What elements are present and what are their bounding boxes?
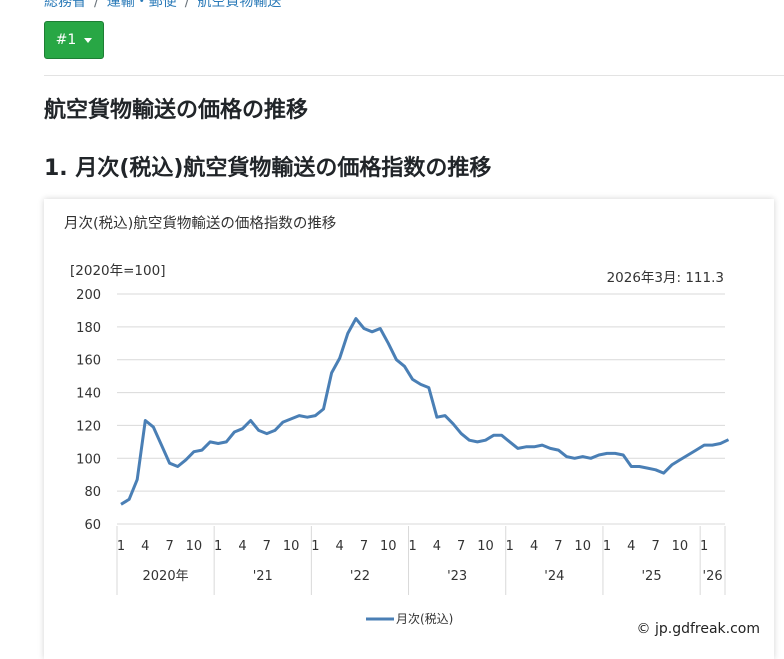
x-tick-label: 7 [165,539,173,554]
x-tick-label: 4 [530,539,538,554]
year-label: '25 [641,569,661,584]
x-tick-label: 4 [336,539,344,554]
breadcrumb-separator: / [94,0,99,10]
x-tick-label: 1 [117,539,125,554]
breadcrumb: 総務省 / 運輸・郵便 / 航空貨物輸送 [44,0,281,11]
year-label: '21 [253,569,273,584]
x-tick-label: 10 [186,539,203,554]
x-tick-label: 4 [238,539,246,554]
x-tick-label: 4 [433,539,441,554]
year-label: '24 [544,569,564,584]
breadcrumb-item-2[interactable]: 運輸・郵便 [107,0,177,10]
caret-down-icon [84,37,93,43]
x-tick-label: 1 [603,539,611,554]
x-tick-label: 7 [457,539,465,554]
x-axis-ticks: 1 4 7 10 1 4 7 10 1 4 7 10 1 4 7 10 1 4 7 10 1 4 7 10 1 [117,539,708,554]
x-tick-label: 10 [672,539,689,554]
x-tick-label: 7 [651,539,659,554]
year-label: 2020年 [143,569,189,584]
year-label: '23 [447,569,467,584]
x-tick-label: 4 [627,539,635,554]
chart-svg: 月次(税込)航空貨物輸送の価格指数の推移 [2020年=100] 2026年3月… [64,215,760,637]
x-tick-label: 4 [141,539,149,554]
y-tick-label: 160 [76,354,101,369]
y-tick-label: 140 [76,387,101,402]
y-tick-label: 120 [76,419,101,434]
legend-label: 月次(税込) [396,612,453,626]
chart-select-dropdown[interactable]: #1 [44,21,104,59]
x-tick-label: 7 [263,539,271,554]
x-tick-label: 10 [380,539,397,554]
chart-title: 月次(税込)航空貨物輸送の価格指数の推移 [64,215,336,232]
latest-value-label: 2026年3月: 111.3 [607,270,724,286]
y-tick-label: 100 [76,452,101,467]
x-tick-label: 10 [477,539,494,554]
x-tick-label: 10 [283,539,300,554]
x-tick-label: 7 [554,539,562,554]
page-title: 航空貨物輸送の価格の推移 [44,98,309,123]
divider [44,75,784,76]
y-tick-label: 200 [76,288,101,303]
section-title: 1. 月次(税込)航空貨物輸送の価格指数の推移 [44,156,492,181]
y-tick-label: 80 [84,485,101,500]
grid-lines [117,293,725,525]
dropdown-label: #1 [55,32,77,48]
breadcrumb-item-3[interactable]: 航空貨物輸送 [197,0,281,10]
y-axis-ticks: 60 80 100 120 140 160 180 200 [76,288,101,533]
credit-text: © jp.gdfreak.com [637,621,760,637]
x-tick-label: 7 [360,539,368,554]
year-labels: 2020年 '21 '22 '23 '24 '25 '26 [116,526,726,595]
unit-label: [2020年=100] [70,263,165,279]
y-tick-label: 180 [76,321,101,336]
breadcrumb-item-1[interactable]: 総務省 [44,0,86,10]
chart-card: 月次(税込)航空貨物輸送の価格指数の推移 [2020年=100] 2026年3月… [44,199,774,659]
series-line [120,317,730,506]
y-tick-label: 60 [84,518,101,533]
x-tick-label: 1 [700,539,708,554]
x-tick-label: 10 [574,539,591,554]
breadcrumb-separator: / [184,0,190,10]
year-label: '22 [350,569,370,584]
x-tick-label: 1 [408,539,416,554]
x-tick-label: 1 [214,539,222,554]
x-tick-label: 1 [311,539,319,554]
year-label: '26 [703,569,723,584]
x-tick-label: 1 [506,539,514,554]
